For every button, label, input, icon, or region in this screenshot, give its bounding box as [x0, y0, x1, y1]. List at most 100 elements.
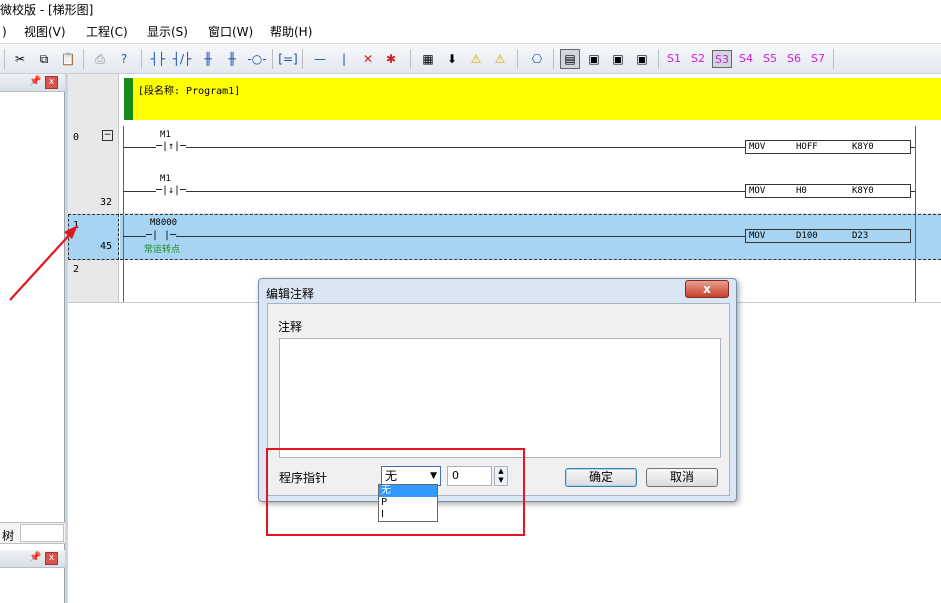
nc-contact-icon[interactable]: ┤/├: [172, 49, 192, 69]
toolbar-separator: [658, 49, 659, 69]
toolbar: ✂ ⧉ 📋 ⎙ ? ┤├ ┤/├ ╫ ╫ -○- [=] — | ✕ ✱ ▦ ⬇…: [0, 44, 941, 74]
parallel-contact-icon[interactable]: ╫: [198, 49, 218, 69]
print-icon[interactable]: ⎙: [90, 49, 110, 69]
wire: [123, 236, 748, 237]
horizontal-line-icon[interactable]: —: [310, 49, 330, 69]
s3-button[interactable]: S3: [712, 50, 732, 68]
ladder-view-icon[interactable]: ▤: [560, 49, 580, 69]
row-number: 0: [73, 132, 80, 143]
instr-op1: D100: [796, 231, 818, 241]
chip-icon[interactable]: ▣: [608, 49, 628, 69]
instr-op2: K8Y0: [852, 186, 874, 196]
gutter: [68, 74, 119, 126]
pin-icon[interactable]: 📌: [29, 76, 41, 87]
paste-icon[interactable]: 📋: [58, 49, 78, 69]
s2-button[interactable]: S2: [688, 50, 708, 68]
instr-op2: K8Y0: [852, 142, 874, 152]
no-contact-icon[interactable]: ┤├: [148, 49, 168, 69]
segment-header[interactable]: [段名称: Program1]: [124, 78, 941, 120]
tab-tree[interactable]: 树: [2, 527, 14, 544]
toolbar-separator: [141, 49, 142, 69]
close-icon[interactable]: x: [45, 76, 58, 89]
contact-falling[interactable]: ─|↓|─: [156, 186, 187, 196]
close-icon[interactable]: x: [45, 552, 58, 565]
row-number: 1: [73, 220, 80, 231]
instruction-box[interactable]: MOV H0 K8Y0: [745, 184, 911, 198]
menu-window[interactable]: 窗口(W): [208, 24, 253, 40]
s7-button[interactable]: S7: [808, 50, 828, 68]
segment-marker: [124, 78, 133, 120]
toolbar-separator: [517, 49, 518, 69]
s1-button[interactable]: S1: [664, 50, 684, 68]
instr-name: MOV: [749, 231, 766, 241]
cancel-button[interactable]: 取消: [646, 468, 718, 487]
pin-icon[interactable]: 📌: [29, 552, 41, 563]
instr-name: MOV: [749, 186, 766, 196]
s4-button[interactable]: S4: [736, 50, 756, 68]
help-icon[interactable]: ?: [114, 49, 134, 69]
vertical-line-icon[interactable]: |: [334, 49, 354, 69]
toolbar-separator: [553, 49, 554, 69]
warning-icon[interactable]: ⚠: [466, 49, 486, 69]
device-comment: 常运转点: [144, 245, 181, 255]
instr-op2: D23: [852, 231, 869, 241]
cut-icon[interactable]: ✂: [10, 49, 30, 69]
contact-rising[interactable]: ─|↑|─: [156, 142, 187, 152]
parallel-nc-icon[interactable]: ╫: [222, 49, 242, 69]
chip-icon[interactable]: ▣: [584, 49, 604, 69]
dialog-title: 编辑注释: [266, 287, 315, 301]
instruction-box[interactable]: MOV D100 D23: [745, 229, 911, 243]
collapse-icon[interactable]: −: [102, 130, 113, 141]
warning-check-icon[interactable]: ⚠: [490, 49, 510, 69]
rung[interactable]: M1 ─|↑|─ MOV HOFF K8Y0 M1 ─|↓|─ MOV H0 K…: [120, 126, 941, 214]
right-rail: [915, 126, 916, 302]
annotation-highlight-box: [266, 448, 525, 536]
panel-tabs: 树: [0, 522, 65, 544]
toolbar-separator: [302, 49, 303, 69]
coil-icon[interactable]: -○-: [247, 49, 267, 69]
comment-textarea[interactable]: [279, 338, 721, 458]
instruction-icon[interactable]: [=]: [278, 49, 298, 69]
instr-name: MOV: [749, 142, 766, 152]
toolbar-separator: [833, 49, 834, 69]
row-number: 2: [73, 264, 80, 275]
left-rail: [123, 260, 124, 302]
project-panel: 📌 x 树 📌 x: [0, 74, 65, 603]
s6-button[interactable]: S6: [784, 50, 804, 68]
rung-selected[interactable]: M8000 ─| |─ 常运转点 MOV D100 D23: [120, 214, 941, 261]
contact-label: M1: [160, 174, 171, 184]
left-rail: [123, 215, 124, 261]
download-icon[interactable]: ⬇: [442, 49, 462, 69]
wire: [123, 191, 748, 192]
menu-display[interactable]: 显示(S): [147, 24, 188, 40]
instr-op1: HOFF: [796, 142, 818, 152]
chip-icon[interactable]: ▣: [632, 49, 652, 69]
window-title: 微校版 - [梯形图]: [0, 0, 941, 20]
delete-horizontal-icon[interactable]: ✕: [358, 49, 378, 69]
contact-no[interactable]: ─| |─: [146, 231, 177, 241]
delete-vertical-icon[interactable]: ✱: [381, 49, 401, 69]
wire: [123, 147, 748, 148]
toolbar-separator: [83, 49, 84, 69]
instruction-box[interactable]: MOV HOFF K8Y0: [745, 140, 911, 154]
menu-view[interactable]: 视图(V): [24, 24, 66, 40]
toolbar-separator: [410, 49, 411, 69]
menu-help[interactable]: 帮助(H): [270, 24, 312, 40]
contact-label: M1: [160, 130, 171, 140]
monitor-icon[interactable]: ⎔: [527, 49, 547, 69]
convert-icon[interactable]: ▦: [418, 49, 438, 69]
s5-button[interactable]: S5: [760, 50, 780, 68]
comment-label: 注释: [278, 320, 303, 334]
menu-project[interactable]: 工程(C): [86, 24, 128, 40]
step-number: 32: [100, 197, 113, 208]
instr-op1: H0: [796, 186, 807, 196]
close-button[interactable]: x: [685, 280, 729, 298]
segment-name: [段名称: Program1]: [138, 86, 241, 97]
contact-label: M8000: [150, 218, 178, 228]
tab-blank[interactable]: [20, 524, 64, 542]
menu-partial[interactable]: ): [2, 24, 7, 40]
ok-button[interactable]: 确定: [565, 468, 637, 487]
menu-bar: ) 视图(V) 工程(C) 显示(S) 窗口(W) 帮助(H): [0, 20, 941, 44]
copy-icon[interactable]: ⧉: [34, 49, 54, 69]
panel-header: 📌 x: [0, 550, 65, 568]
